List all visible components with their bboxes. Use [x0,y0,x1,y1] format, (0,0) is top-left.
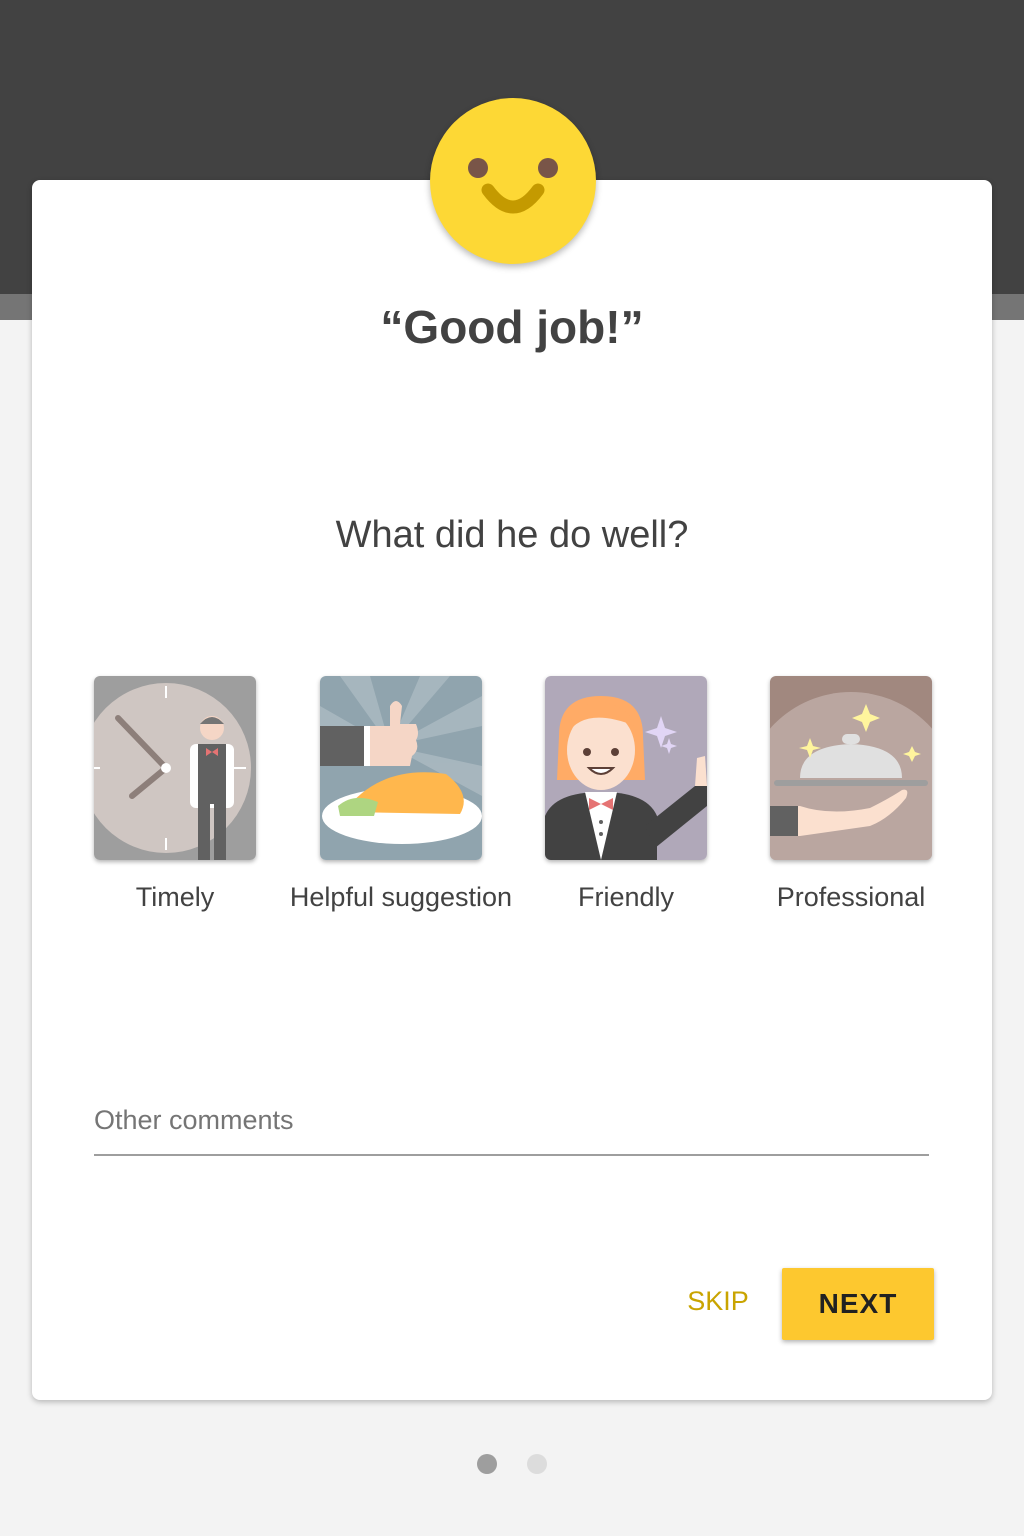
comments-field[interactable] [94,1096,929,1156]
option-helpful-suggestion[interactable]: Helpful suggestion [281,676,521,926]
page-title: “Good job!” [380,301,644,353]
option-label: Professional [776,882,926,912]
option-label: Helpful suggestion [289,882,513,912]
option-professional[interactable]: Professional [731,676,971,926]
question-text: What did he do well? [335,514,689,556]
thumbs-up-dish-icon [320,676,482,860]
comments-input[interactable] [94,1096,929,1144]
next-button[interactable]: NEXT [782,1268,934,1340]
serving-cloche-icon [770,676,932,860]
pagination-dot-1[interactable] [477,1454,497,1474]
friendly-waitress-icon [545,676,707,860]
skip-button[interactable]: SKIP [672,1276,764,1326]
option-friendly[interactable]: Friendly [506,676,746,926]
option-timely[interactable]: Timely [55,676,295,926]
pagination-dot-2[interactable] [527,1454,547,1474]
smiley-icon [430,98,596,264]
clock-waiter-icon [94,676,256,860]
option-label: Friendly [577,882,675,912]
option-label: Timely [135,882,215,912]
